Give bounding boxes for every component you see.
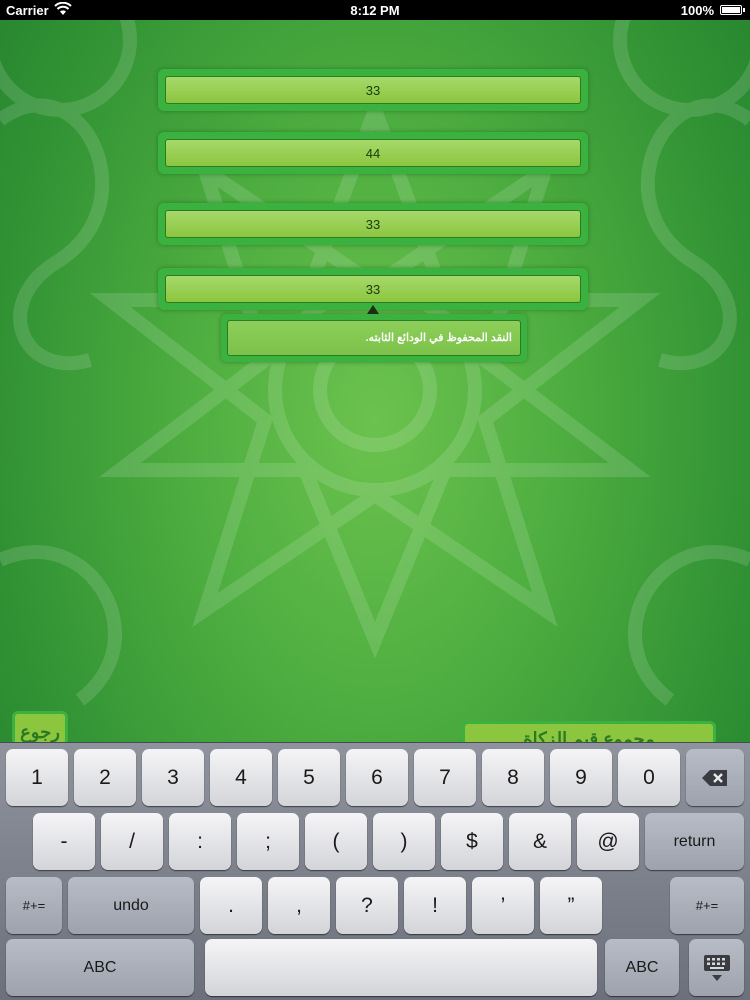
amount-field-2[interactable]: [165, 139, 581, 167]
key-period[interactable]: .: [200, 877, 262, 934]
space-key[interactable]: [205, 939, 597, 996]
field-frame-4: [158, 268, 588, 310]
app-screen: Carrier 8:12 PM 100% النقد المحفوظ في ال…: [0, 0, 750, 1000]
field-tooltip: النقد المحفوظ في الودائع الثابته.: [221, 314, 527, 362]
key-4[interactable]: 4: [210, 749, 272, 806]
key-dollar[interactable]: $: [441, 813, 503, 870]
key-3[interactable]: 3: [142, 749, 204, 806]
key-at[interactable]: @: [577, 813, 639, 870]
field-frame-1: [158, 69, 588, 111]
key-colon[interactable]: :: [169, 813, 231, 870]
battery-percentage: 100%: [680, 3, 714, 18]
numeric-keyboard: 1 2 3 4 5 6 7 8 9 0 - / : ; ( ) $ & @ re…: [0, 742, 750, 1000]
key-exclamation[interactable]: !: [404, 877, 466, 934]
return-key[interactable]: return: [645, 813, 744, 870]
status-bar: Carrier 8:12 PM 100%: [0, 0, 750, 20]
key-question[interactable]: ?: [336, 877, 398, 934]
key-hyphen[interactable]: -: [33, 813, 95, 870]
clock: 8:12 PM: [350, 3, 400, 18]
key-1[interactable]: 1: [6, 749, 68, 806]
field-frame-3: [158, 203, 588, 245]
alt-symbols-key-right[interactable]: #+=: [670, 877, 744, 934]
key-comma[interactable]: ,: [268, 877, 330, 934]
key-slash[interactable]: /: [101, 813, 163, 870]
key-5[interactable]: 5: [278, 749, 340, 806]
undo-key[interactable]: undo: [68, 877, 194, 934]
delete-key-icon: [702, 770, 727, 787]
key-open-paren[interactable]: (: [305, 813, 367, 870]
key-close-paren[interactable]: ): [373, 813, 435, 870]
key-semicolon[interactable]: ;: [237, 813, 299, 870]
key-quote[interactable]: ”: [540, 877, 602, 934]
abc-key-left[interactable]: ABC: [6, 939, 194, 996]
key-7[interactable]: 7: [414, 749, 476, 806]
key-2[interactable]: 2: [74, 749, 136, 806]
islamic-pattern-background: [0, 0, 750, 706]
key-apostrophe[interactable]: ’: [472, 877, 534, 934]
key-8[interactable]: 8: [482, 749, 544, 806]
amount-field-1[interactable]: [165, 76, 581, 104]
dismiss-keyboard-key[interactable]: [689, 939, 744, 996]
key-ampersand[interactable]: &: [509, 813, 571, 870]
field-frame-2: [158, 132, 588, 174]
abc-key-right[interactable]: ABC: [605, 939, 679, 996]
keyboard-dismiss-icon: [703, 955, 730, 982]
delete-key[interactable]: [686, 749, 744, 806]
alt-symbols-key-left[interactable]: #+=: [6, 877, 62, 934]
key-0[interactable]: 0: [618, 749, 680, 806]
key-6[interactable]: 6: [346, 749, 408, 806]
key-9[interactable]: 9: [550, 749, 612, 806]
amount-field-3[interactable]: [165, 210, 581, 238]
caret-up-icon: [367, 305, 379, 314]
battery-icon: [720, 5, 745, 15]
amount-field-4[interactable]: [165, 275, 581, 303]
tooltip-text: النقد المحفوظ في الودائع الثابته.: [227, 320, 521, 356]
